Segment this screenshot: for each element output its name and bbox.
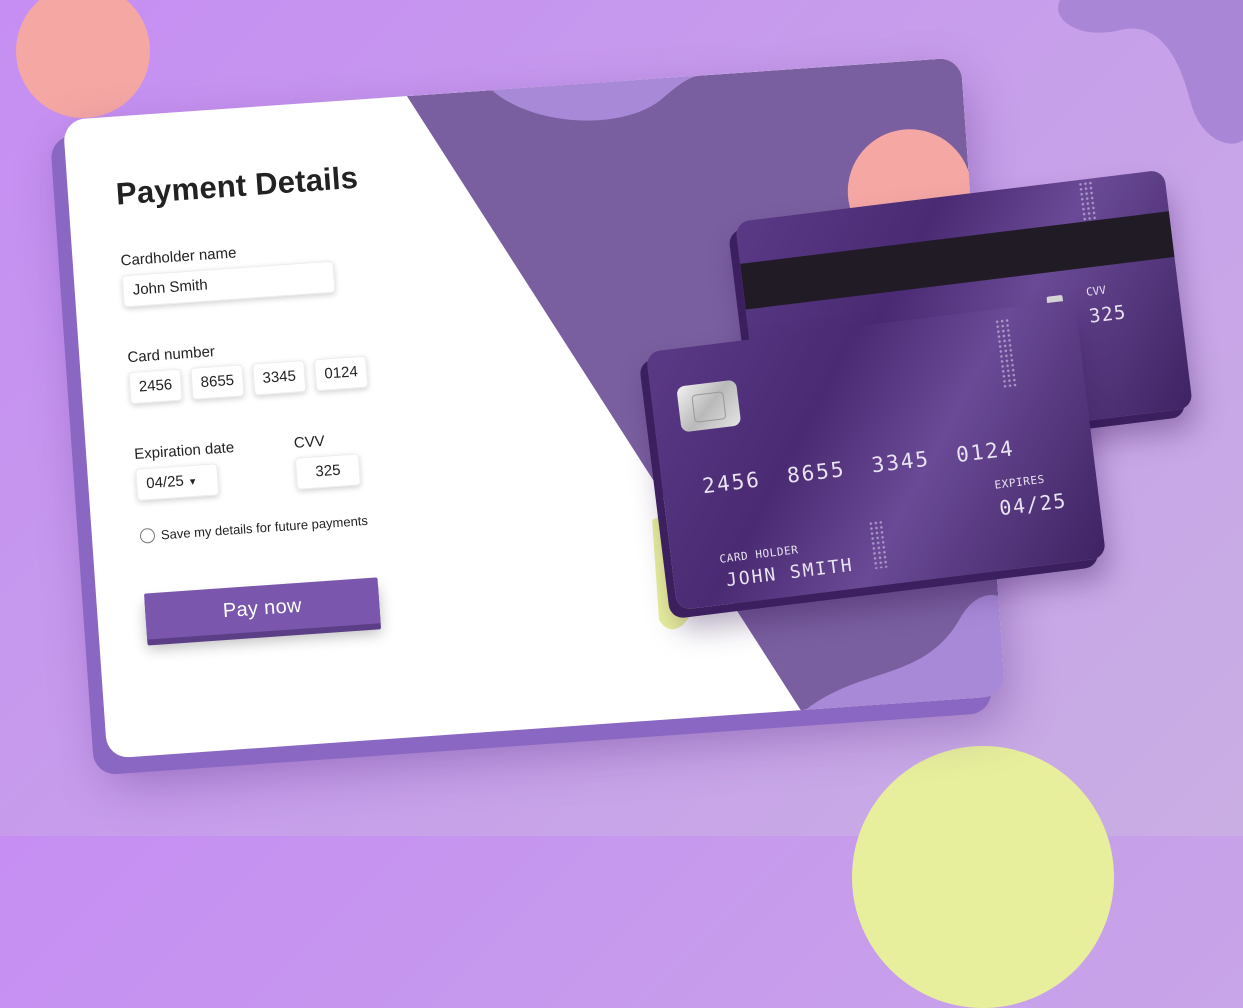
credit-card-front: 2456 8655 3345 0124 CARD HOLDER JOHN SMI…: [645, 299, 1107, 611]
expiry-cvv-row: Expiration date 04/25 ▾ CVV 325: [134, 422, 477, 501]
decorative-coral-circle: [16, 0, 150, 118]
expiration-label: Expiration date: [133, 439, 235, 463]
magnetic-stripe: [740, 211, 1175, 310]
expiration-group: Expiration date 04/25 ▾: [134, 439, 238, 501]
expiration-date-select[interactable]: 04/25 ▾: [135, 463, 220, 501]
cardholder-name-input[interactable]: John Smith: [121, 260, 336, 308]
expiration-value: 04/25: [145, 472, 185, 493]
card-number-display: 2456 8655 3345 0124: [701, 436, 1016, 499]
decorative-dots: [868, 519, 888, 570]
back-cvv-value: 325: [1087, 301, 1128, 328]
card-number-group-2[interactable]: 8655: [190, 364, 245, 400]
decorative-yellow-circle: [852, 746, 1114, 1008]
decorative-wave-shape: [1058, 0, 1243, 144]
cvv-label: CVV: [293, 432, 326, 452]
card-chip-icon: [676, 379, 742, 433]
cvv-group: CVV 325: [293, 430, 362, 490]
save-details-radio[interactable]: [139, 527, 156, 544]
save-details-label: Save my details for future payments: [160, 512, 369, 543]
decorative-dots: [994, 317, 1017, 390]
cvv-input[interactable]: 325: [294, 453, 362, 490]
decorative-dots: [1077, 180, 1097, 222]
back-cvv-label: CVV: [1085, 283, 1107, 299]
card-number-group-3[interactable]: 3345: [252, 359, 307, 396]
card-number-group-4[interactable]: 0124: [314, 355, 369, 392]
payment-form: Payment Details Cardholder name John Smi…: [115, 153, 487, 640]
card-number-group-1[interactable]: 2456: [128, 368, 183, 405]
card-expires-label: EXPIRES: [993, 472, 1046, 492]
card-expires-value: 04/25: [997, 488, 1069, 521]
chevron-down-icon: ▾: [189, 475, 196, 489]
save-details-option[interactable]: Save my details for future payments: [139, 505, 479, 544]
